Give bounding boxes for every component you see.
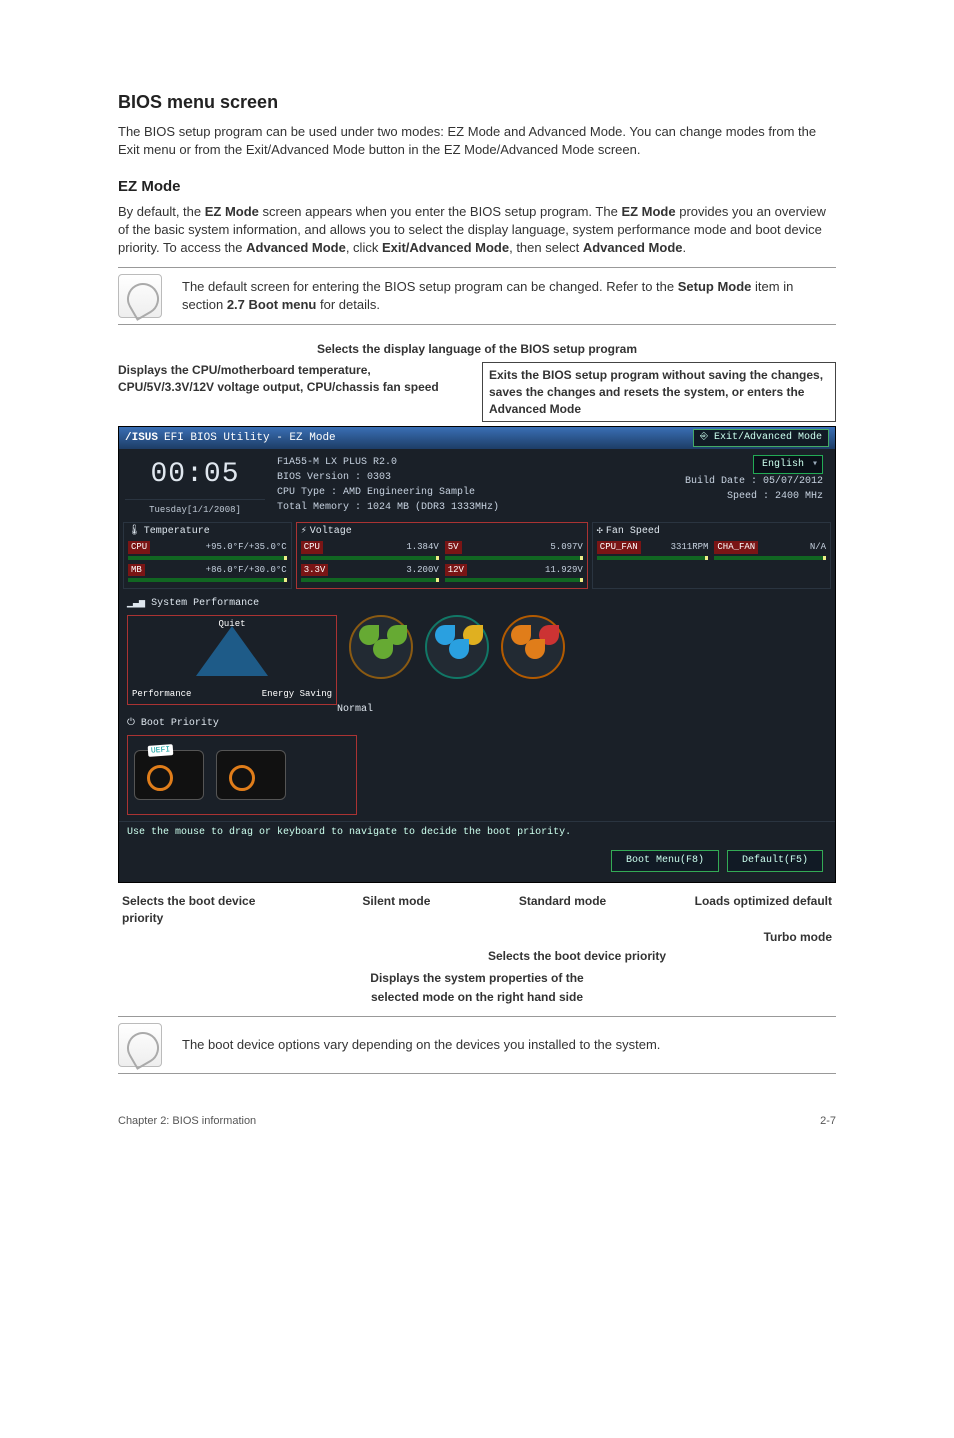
callout-boot-priority: Selects the boot device priority	[118, 893, 278, 927]
ez-mode-paragraph: By default, the EZ Mode screen appears w…	[118, 203, 836, 258]
bios-footer: Boot Menu(F8) Default(F5)	[119, 844, 835, 882]
bios-titlebar: /ISUS EFI BIOS Utility - EZ Mode ⎆ Exit/…	[119, 427, 835, 449]
exit-advanced-button[interactable]: ⎆ Exit/Advanced Mode	[693, 429, 829, 447]
clock-time: 00:05	[125, 455, 265, 494]
bios-title-text: EFI BIOS Utility - EZ Mode	[164, 431, 336, 446]
disk-icon[interactable]: UEFI	[134, 750, 204, 800]
callout-sys-props-2: selected mode on the right hand side	[118, 989, 836, 1006]
note-2-text: The boot device options vary depending o…	[182, 1036, 660, 1054]
perf-performance-label: Performance	[132, 688, 191, 701]
callouts-bottom: Selects the boot device priority Silent …	[118, 893, 836, 1006]
turbo-mode[interactable]	[501, 615, 565, 679]
ez-mode-heading: EZ Mode	[118, 176, 836, 197]
system-info: F1A55-M LX PLUS R2.0 BIOS Version : 0303…	[277, 455, 544, 516]
bios-brand: /ISUS	[125, 431, 158, 446]
disk-icon-2[interactable]	[216, 750, 286, 800]
performance-row: Quiet Performance Energy Saving Normal	[119, 613, 835, 715]
callout-sys-props-1: Displays the system properties of the	[118, 970, 836, 987]
bios-version-line: BIOS Version : 0303	[277, 470, 544, 485]
callout-standard: Standard mode	[515, 893, 610, 927]
note-box-2: The boot device options vary depending o…	[118, 1016, 836, 1074]
callouts-top: Selects the display language of the BIOS…	[118, 341, 836, 422]
language-dropdown[interactable]: English	[753, 455, 823, 474]
callout-language: Selects the display language of the BIOS…	[118, 341, 836, 358]
build-date-line: Build Date : 05/07/2012	[556, 474, 823, 489]
standard-mode[interactable]	[425, 615, 489, 679]
note-box-1: The default screen for entering the BIOS…	[118, 267, 836, 325]
callout-loads-default: Loads optimized default	[691, 893, 836, 927]
perf-energy-label: Energy Saving	[262, 688, 332, 701]
page-title: BIOS menu screen	[118, 90, 836, 115]
system-info-right: English Build Date : 05/07/2012 Speed : …	[556, 455, 829, 516]
fan-turbo-icon	[501, 615, 565, 679]
fan-standard-icon	[425, 615, 489, 679]
fan-panel: ✣Fan Speed CPU_FAN3311RPM CHA_FANN/A	[592, 522, 831, 589]
bios-header: 00:05 Tuesday[1/1/2008] F1A55-M LX PLUS …	[119, 449, 835, 522]
boot-device-box[interactable]: UEFI	[127, 735, 357, 815]
normal-mode[interactable]	[349, 615, 413, 679]
total-memory-line: Total Memory : 1024 MB (DDR3 1333MHz)	[277, 500, 544, 515]
footer-right: 2-7	[820, 1114, 836, 1129]
performance-triangle[interactable]: Quiet Performance Energy Saving	[127, 615, 337, 705]
power-icon: ⏻	[127, 718, 141, 729]
footer-left: Chapter 2: BIOS information	[118, 1114, 256, 1129]
triangle-icon	[196, 626, 268, 676]
thermometer-icon: 🌡	[128, 525, 141, 539]
page-footer: Chapter 2: BIOS information 2-7	[118, 1114, 836, 1129]
callout-turbo: Turbo mode	[760, 929, 836, 946]
clock-box: 00:05 Tuesday[1/1/2008]	[125, 455, 265, 516]
voltage-panel: ⚡Voltage CPU1.384V 3.3V3.200V 5V5.097V 1…	[296, 522, 588, 589]
boot-priority-title: ⏻ Boot Priority	[119, 715, 835, 733]
pencil-icon	[118, 274, 162, 318]
perf-quiet-label: Quiet	[218, 618, 245, 631]
intro-paragraph: The BIOS setup program can be used under…	[118, 123, 836, 159]
callout-right: Exits the BIOS setup program without sav…	[482, 362, 836, 422]
speed-line: Speed : 2400 MHz	[556, 489, 823, 504]
normal-label: Normal	[337, 703, 373, 717]
exit-icon: ⎆	[700, 432, 714, 443]
callout-silent: Silent mode	[358, 893, 434, 927]
uefi-badge: UEFI	[147, 744, 173, 757]
bios-screenshot: /ISUS EFI BIOS Utility - EZ Mode ⎆ Exit/…	[118, 426, 836, 883]
system-performance-title: ▁▃▅ System Performance	[119, 595, 835, 613]
bar-chart-icon: ▁▃▅	[127, 598, 151, 609]
model-line: F1A55-M LX PLUS R2.0	[277, 455, 544, 470]
callout-select-boot-2: Selects the boot device priority	[318, 948, 836, 965]
bolt-icon: ⚡	[301, 525, 307, 539]
fan-icon: ✣	[597, 525, 603, 539]
note-text: The default screen for entering the BIOS…	[182, 278, 836, 314]
boot-row: UEFI	[119, 733, 835, 821]
callout-left: Displays the CPU/motherboard temperature…	[118, 362, 458, 422]
clock-date: Tuesday[1/1/2008]	[125, 499, 265, 517]
bios-hint-text: Use the mouse to drag or keyboard to nav…	[119, 821, 835, 844]
default-button[interactable]: Default(F5)	[727, 850, 823, 872]
temperature-panel: 🌡Temperature CPU+95.0°F/+35.0°C MB+86.0°…	[123, 522, 292, 589]
pencil-icon	[118, 1023, 162, 1067]
fan-normal-icon	[349, 615, 413, 679]
boot-menu-button[interactable]: Boot Menu(F8)	[611, 850, 719, 872]
cpu-type-line: CPU Type : AMD Engineering Sample	[277, 485, 544, 500]
sensor-row: 🌡Temperature CPU+95.0°F/+35.0°C MB+86.0°…	[119, 522, 835, 595]
